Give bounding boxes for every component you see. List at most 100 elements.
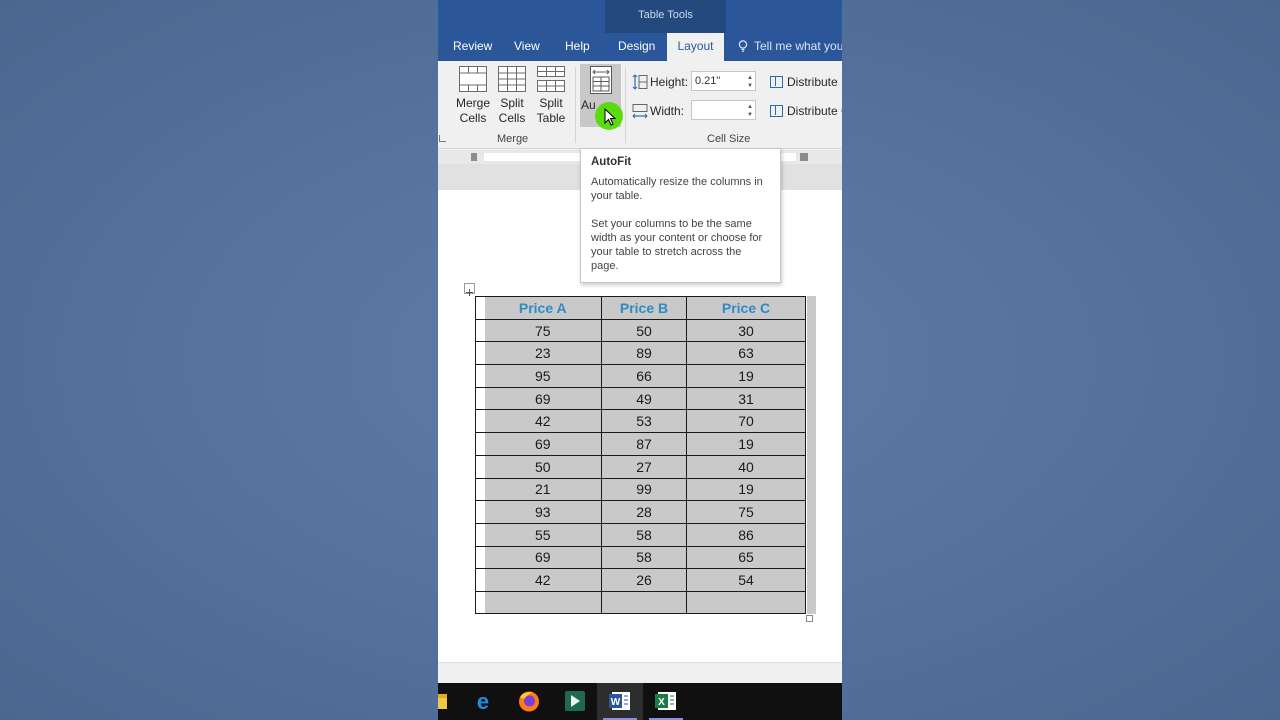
distribute-columns-button[interactable]: Distribute C: [770, 104, 842, 118]
table-cell[interactable]: [686, 590, 806, 614]
table-cell[interactable]: 93: [484, 500, 602, 524]
merge-group-label: Merge: [497, 133, 529, 145]
table-cell[interactable]: 30: [686, 318, 806, 343]
spin-up-icon[interactable]: ▲: [747, 75, 753, 81]
table-cell[interactable]: [484, 590, 602, 614]
row-selector[interactable]: [475, 341, 485, 366]
table-cell[interactable]: 58: [601, 522, 687, 547]
row-selector[interactable]: [475, 432, 485, 456]
table-cell[interactable]: 95: [484, 364, 602, 388]
merge-cells-button[interactable]: Merge Cells: [453, 66, 493, 126]
table-cell[interactable]: 69: [484, 386, 602, 411]
row-selector[interactable]: [475, 568, 485, 592]
header-price-a[interactable]: Price A: [484, 296, 602, 320]
table-cell[interactable]: 75: [686, 500, 806, 524]
table-cell[interactable]: 26: [601, 568, 687, 592]
table-cell[interactable]: 40: [686, 454, 806, 479]
row-selector[interactable]: [475, 386, 485, 411]
price-table[interactable]: Price A Price B Price C 75 50 30 23 89 63 95 66…: [475, 296, 806, 614]
row-selector[interactable]: [475, 296, 485, 320]
table-cell[interactable]: 87: [601, 432, 687, 456]
height-input[interactable]: 0.21" ▲ ▼: [691, 71, 756, 91]
table-row: 50 27 40: [475, 454, 806, 479]
header-price-c[interactable]: Price C: [686, 296, 806, 320]
table-cell[interactable]: [601, 590, 687, 614]
taskbar-excel[interactable]: X: [643, 683, 689, 720]
row-selector[interactable]: [475, 364, 485, 388]
firefox-icon: [519, 691, 539, 712]
row-selector[interactable]: [475, 545, 485, 570]
table-cell[interactable]: 54: [686, 568, 806, 592]
svg-text:e: e: [477, 689, 489, 714]
taskbar-green-app[interactable]: [552, 683, 598, 720]
table-cell[interactable]: 99: [601, 477, 687, 502]
taskbar-edge[interactable]: e: [460, 683, 506, 720]
table-cell[interactable]: 42: [484, 409, 602, 434]
table-cell[interactable]: 63: [686, 341, 806, 366]
table-cell[interactable]: 42: [484, 568, 602, 592]
height-value: 0.21": [695, 75, 721, 87]
row-selector[interactable]: [475, 522, 485, 547]
table-cell[interactable]: 19: [686, 432, 806, 456]
table-row: 21 99 19: [475, 477, 806, 502]
tab-review[interactable]: Review: [453, 33, 492, 61]
table-cell[interactable]: 21: [484, 477, 602, 502]
tab-design[interactable]: Design: [618, 33, 655, 61]
table-cell[interactable]: 19: [686, 477, 806, 502]
row-selector[interactable]: [475, 454, 485, 479]
row-selector[interactable]: [475, 318, 485, 343]
table-cell[interactable]: 69: [484, 432, 602, 456]
table-cell[interactable]: 50: [484, 454, 602, 479]
table-cell[interactable]: 69: [484, 545, 602, 570]
table-cell[interactable]: 28: [601, 500, 687, 524]
table-cell[interactable]: 53: [601, 409, 687, 434]
edge-icon: e: [477, 689, 489, 714]
table-cell[interactable]: 19: [686, 364, 806, 388]
table-cell[interactable]: 49: [601, 386, 687, 411]
table-cell[interactable]: 27: [601, 454, 687, 479]
spin-down-icon[interactable]: ▼: [747, 112, 753, 118]
table-cell[interactable]: 58: [601, 545, 687, 570]
table-cell[interactable]: 86: [686, 522, 806, 547]
table-cell[interactable]: 70: [686, 409, 806, 434]
row-selector[interactable]: [475, 409, 485, 434]
group-separator: [575, 67, 576, 143]
tab-layout[interactable]: Layout: [667, 33, 724, 62]
tab-view[interactable]: View: [514, 33, 540, 61]
width-input[interactable]: ▲ ▼: [691, 100, 756, 120]
row-selector[interactable]: [475, 477, 485, 502]
status-bar: [438, 662, 842, 683]
table-cell[interactable]: 55: [484, 522, 602, 547]
split-table-button[interactable]: Split Table: [532, 66, 570, 126]
header-price-b[interactable]: Price B: [601, 296, 687, 320]
green-app-icon: [565, 691, 585, 711]
title-bar: Table Tools: [438, 0, 842, 33]
spin-up-icon[interactable]: ▲: [747, 104, 753, 110]
table-cell[interactable]: 50: [601, 318, 687, 343]
table-move-handle[interactable]: [464, 283, 475, 296]
ruler-indent-marker[interactable]: [800, 153, 808, 161]
table-cell[interactable]: 31: [686, 386, 806, 411]
svg-text:X: X: [658, 697, 665, 708]
table-cell[interactable]: 66: [601, 364, 687, 388]
spin-down-icon[interactable]: ▼: [747, 83, 753, 89]
row-selector[interactable]: [475, 590, 485, 614]
tell-me-search[interactable]: Tell me what you: [738, 33, 842, 61]
taskbar-word[interactable]: W: [597, 683, 643, 720]
ruler-tab-marker[interactable]: [471, 153, 477, 161]
table-cell[interactable]: 65: [686, 545, 806, 570]
table-cell[interactable]: 23: [484, 341, 602, 366]
split-cells-button[interactable]: Split Cells: [493, 66, 531, 126]
distribute-columns-icon: [770, 105, 783, 117]
table-cell[interactable]: 89: [601, 341, 687, 366]
taskbar-firefox[interactable]: [506, 683, 552, 720]
width-label: Width:: [650, 104, 685, 118]
distribute-rows-button[interactable]: Distribute R: [770, 75, 842, 89]
split-cells-label-1: Split: [500, 96, 524, 110]
tab-help[interactable]: Help: [565, 33, 590, 61]
row-selector[interactable]: [475, 500, 485, 524]
ribbon: Merge Cells Split Cells Split Table Au H…: [438, 61, 842, 149]
dialog-launcher-icon[interactable]: [439, 135, 446, 142]
table-cell[interactable]: 75: [484, 318, 602, 343]
table-resize-handle[interactable]: [806, 615, 813, 622]
